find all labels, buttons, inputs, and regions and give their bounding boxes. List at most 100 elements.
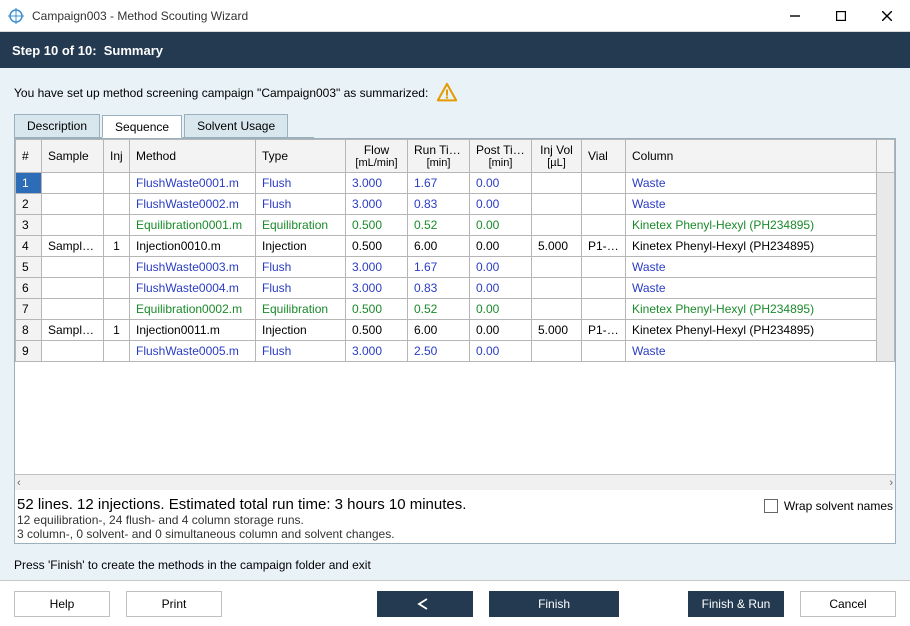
- row-index[interactable]: 3: [16, 215, 42, 236]
- col-header-method[interactable]: Method: [130, 140, 256, 173]
- cell-column[interactable]: Waste: [626, 278, 877, 299]
- print-button[interactable]: Print: [126, 591, 222, 617]
- cell-type[interactable]: Equilibration: [256, 215, 346, 236]
- finish-and-run-button[interactable]: Finish & Run: [688, 591, 784, 617]
- cell-method[interactable]: FlushWaste0005.m: [130, 341, 256, 362]
- cell-vial[interactable]: [582, 215, 626, 236]
- col-header-posttime[interactable]: Post Time[min]: [470, 140, 532, 173]
- cell-inj[interactable]: [104, 173, 130, 194]
- table-row[interactable]: 7Equilibration0002.mEquilibration0.5000.…: [16, 299, 895, 320]
- table-row[interactable]: 3Equilibration0001.mEquilibration0.5000.…: [16, 215, 895, 236]
- row-index[interactable]: 5: [16, 257, 42, 278]
- checkbox-icon[interactable]: [764, 499, 778, 513]
- table-row[interactable]: 1 FlushWaste0001.mFlush3.0001.670.00 Waste: [16, 173, 895, 194]
- cell-type[interactable]: Flush: [256, 173, 346, 194]
- cell-runtime[interactable]: 0.52: [408, 215, 470, 236]
- cell-sample[interactable]: [42, 278, 104, 299]
- cell-posttime[interactable]: 0.00: [470, 278, 532, 299]
- cell-posttime[interactable]: 0.00: [470, 215, 532, 236]
- cell-injvol[interactable]: [532, 341, 582, 362]
- cell-flow[interactable]: 0.500: [346, 299, 408, 320]
- cell-injvol[interactable]: [532, 257, 582, 278]
- cell-flow[interactable]: 0.500: [346, 236, 408, 257]
- cell-inj[interactable]: 1: [104, 236, 130, 257]
- table-row[interactable]: 2FlushWaste0002.mFlush3.0000.830.00Waste: [16, 194, 895, 215]
- cell-vial[interactable]: [582, 173, 626, 194]
- vertical-scrollbar[interactable]: [877, 173, 895, 362]
- cell-injvol[interactable]: [532, 299, 582, 320]
- cell-inj[interactable]: [104, 215, 130, 236]
- cell-runtime[interactable]: 0.83: [408, 278, 470, 299]
- cell-vial[interactable]: P1-A1: [582, 236, 626, 257]
- cell-vial[interactable]: [582, 341, 626, 362]
- cell-vial[interactable]: [582, 299, 626, 320]
- close-button[interactable]: [864, 0, 910, 32]
- cell-type[interactable]: Flush: [256, 194, 346, 215]
- cell-posttime[interactable]: 0.00: [470, 299, 532, 320]
- cell-inj[interactable]: [104, 278, 130, 299]
- cell-vial[interactable]: [582, 194, 626, 215]
- cell-injvol[interactable]: [532, 173, 582, 194]
- cell-method[interactable]: FlushWaste0001.m: [130, 173, 256, 194]
- tab-solvent-usage[interactable]: Solvent Usage: [184, 114, 288, 137]
- col-header-injvol[interactable]: Inj Vol[µL]: [532, 140, 582, 173]
- cell-runtime[interactable]: 1.67: [408, 173, 470, 194]
- cell-method[interactable]: FlushWaste0004.m: [130, 278, 256, 299]
- maximize-button[interactable]: [818, 0, 864, 32]
- row-index[interactable]: 6: [16, 278, 42, 299]
- cell-sample[interactable]: [42, 299, 104, 320]
- back-button[interactable]: [377, 591, 473, 617]
- cell-vial[interactable]: P1-A1: [582, 320, 626, 341]
- cell-runtime[interactable]: 6.00: [408, 320, 470, 341]
- cell-vial[interactable]: [582, 257, 626, 278]
- cell-flow[interactable]: 0.500: [346, 215, 408, 236]
- cell-type[interactable]: Flush: [256, 341, 346, 362]
- cell-flow[interactable]: 3.000: [346, 257, 408, 278]
- cell-inj[interactable]: [104, 257, 130, 278]
- cell-flow[interactable]: 3.000: [346, 341, 408, 362]
- cell-vial[interactable]: [582, 278, 626, 299]
- cell-sample[interactable]: [42, 194, 104, 215]
- table-row[interactable]: 9FlushWaste0005.mFlush3.0002.500.00Waste: [16, 341, 895, 362]
- cell-method[interactable]: Injection0011.m: [130, 320, 256, 341]
- cell-posttime[interactable]: 0.00: [470, 320, 532, 341]
- cell-inj[interactable]: [104, 341, 130, 362]
- row-index[interactable]: 8: [16, 320, 42, 341]
- cell-injvol[interactable]: 5.000: [532, 320, 582, 341]
- cell-type[interactable]: Injection: [256, 236, 346, 257]
- row-index[interactable]: 7: [16, 299, 42, 320]
- table-row[interactable]: 8Sample 11Injection0011.mInjection0.5006…: [16, 320, 895, 341]
- cell-type[interactable]: Flush: [256, 278, 346, 299]
- cell-runtime[interactable]: 2.50: [408, 341, 470, 362]
- horizontal-scrollbar[interactable]: ‹ ›: [15, 474, 895, 490]
- cell-column[interactable]: Waste: [626, 173, 877, 194]
- minimize-button[interactable]: [772, 0, 818, 32]
- cell-posttime[interactable]: 0.00: [470, 194, 532, 215]
- row-index[interactable]: 2: [16, 194, 42, 215]
- cell-method[interactable]: Equilibration0002.m: [130, 299, 256, 320]
- cell-sample[interactable]: [42, 173, 104, 194]
- cell-sample[interactable]: [42, 257, 104, 278]
- cell-column[interactable]: Waste: [626, 341, 877, 362]
- cell-runtime[interactable]: 0.83: [408, 194, 470, 215]
- cell-injvol[interactable]: [532, 278, 582, 299]
- help-button[interactable]: Help: [14, 591, 110, 617]
- cell-flow[interactable]: 3.000: [346, 194, 408, 215]
- cell-sample[interactable]: Sample 1: [42, 236, 104, 257]
- scroll-left-icon[interactable]: ‹: [17, 477, 21, 489]
- finish-button[interactable]: Finish: [489, 591, 619, 617]
- cell-method[interactable]: FlushWaste0002.m: [130, 194, 256, 215]
- cell-injvol[interactable]: [532, 215, 582, 236]
- cell-runtime[interactable]: 6.00: [408, 236, 470, 257]
- col-header-runtime[interactable]: Run Time[min]: [408, 140, 470, 173]
- row-index[interactable]: 1: [16, 173, 42, 194]
- wrap-solvent-names-checkbox[interactable]: Wrap solvent names: [764, 499, 893, 513]
- cell-column[interactable]: Kinetex Phenyl-Hexyl (PH234895): [626, 320, 877, 341]
- cell-posttime[interactable]: 0.00: [470, 236, 532, 257]
- cell-injvol[interactable]: [532, 194, 582, 215]
- col-header-index[interactable]: #: [16, 140, 42, 173]
- cell-flow[interactable]: 3.000: [346, 173, 408, 194]
- cell-posttime[interactable]: 0.00: [470, 173, 532, 194]
- cell-sample[interactable]: [42, 215, 104, 236]
- cell-column[interactable]: Kinetex Phenyl-Hexyl (PH234895): [626, 236, 877, 257]
